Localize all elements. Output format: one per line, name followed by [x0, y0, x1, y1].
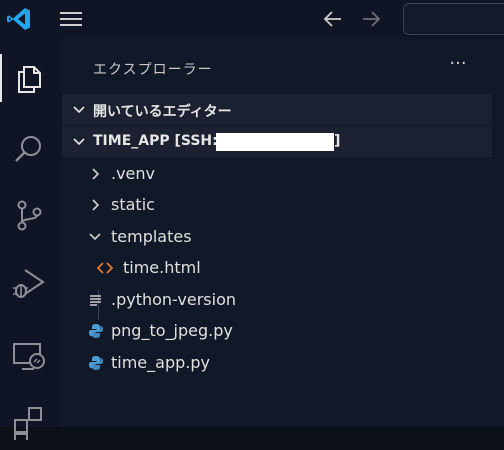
activity-run-debug[interactable] [0, 254, 62, 310]
python-file-icon [89, 324, 103, 338]
open-editors-label: 開いているエディター [93, 104, 232, 120]
workspace-section[interactable]: TIME_APP [SSH: ] [62, 126, 492, 157]
tree-item-png-to-jpeg[interactable]: png_to_jpeg.py [62, 315, 492, 346]
tree-item-templates[interactable]: templates [62, 221, 492, 252]
explorer-sidebar: エクスプローラー ··· 開いているエディター TIME_APP [SSH: ]… [62, 38, 504, 427]
tree-item-label: .venv [111, 164, 156, 183]
html-file-icon [97, 262, 113, 274]
tree-item-label: templates [111, 227, 192, 246]
tree-item-python-version[interactable]: .python-version [62, 284, 492, 315]
tree-item-label: static [111, 195, 155, 214]
remote-explorer-icon [13, 343, 45, 370]
back-arrow-icon[interactable] [322, 8, 344, 30]
chevron-down-icon [73, 138, 85, 146]
activity-search[interactable] [0, 120, 62, 176]
extensions-icon [14, 407, 42, 440]
open-editors-section[interactable]: 開いているエディター [62, 94, 492, 125]
activity-bar [0, 38, 62, 440]
source-control-icon [17, 200, 42, 231]
tree-item-time-html[interactable]: time.html [62, 252, 492, 283]
tree-item-label: png_to_jpeg.py [111, 321, 233, 340]
activity-source-control[interactable] [0, 186, 62, 242]
text-file-icon [90, 295, 101, 306]
chevron-right-icon [92, 168, 100, 180]
activity-explorer[interactable] [0, 50, 62, 106]
python-file-icon [89, 356, 103, 370]
tree-item-label: .python-version [111, 290, 236, 309]
more-actions-button[interactable]: ··· [446, 55, 470, 77]
files-icon [18, 66, 41, 93]
chevron-right-icon [92, 199, 100, 211]
workspace-label: TIME_APP [SSH: [93, 133, 218, 149]
chevron-right-icon [73, 106, 85, 114]
tree-item-label: time.html [123, 258, 201, 277]
run-debug-icon [13, 269, 45, 298]
vscode-logo-icon [7, 8, 30, 30]
menu-icon[interactable] [58, 9, 84, 29]
title-bar [0, 0, 504, 38]
command-center-input[interactable] [403, 3, 504, 35]
explorer-title: エクスプローラー [93, 62, 213, 78]
search-icon [15, 136, 41, 162]
redacted-host [216, 133, 334, 151]
tree-item-venv[interactable]: .venv [62, 158, 492, 189]
activity-remote-explorer[interactable] [0, 326, 62, 382]
tree-item-static[interactable]: static [62, 189, 492, 220]
activity-extensions[interactable] [0, 394, 62, 450]
tree-item-time-app[interactable]: time_app.py [62, 347, 492, 378]
tree-item-label: time_app.py [111, 353, 210, 372]
chevron-down-icon [89, 233, 101, 241]
workspace-label-end: ] [334, 133, 341, 149]
forward-arrow-icon [363, 11, 381, 27]
